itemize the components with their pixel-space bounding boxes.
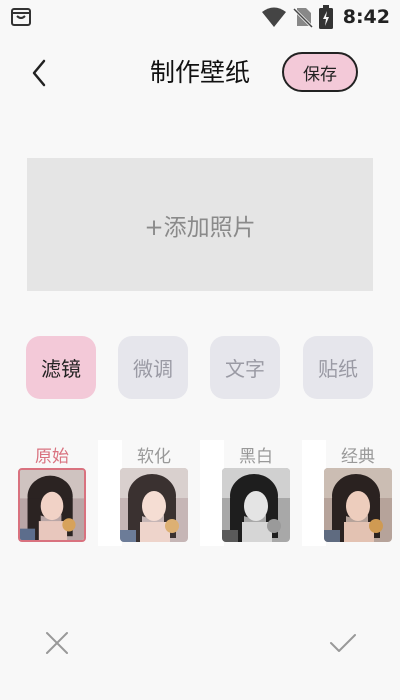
wifi-icon	[261, 7, 286, 27]
filter-label: 软化	[137, 447, 171, 467]
filter-label: 原始	[35, 447, 69, 467]
filter-list: 原始 软化 黑白 经典	[0, 440, 400, 550]
no-sim-icon	[292, 7, 313, 28]
app-bag-icon	[11, 8, 31, 26]
tab-filter[interactable]: 滤镜	[26, 336, 96, 399]
battery-charging-icon	[318, 5, 333, 29]
close-icon	[46, 632, 68, 654]
bottom-action-bar	[0, 618, 400, 668]
status-icons: 8:42	[261, 4, 390, 30]
edit-tabs: 滤镜 微调 文字 贴纸	[26, 336, 374, 400]
filter-item-black-white[interactable]: 黑白	[216, 440, 296, 546]
cancel-button[interactable]	[40, 626, 74, 660]
tab-adjust[interactable]: 微调	[118, 336, 188, 399]
filter-thumbnail	[18, 468, 86, 542]
filter-item-classic[interactable]: 经典	[318, 440, 398, 546]
filter-label: 经典	[341, 447, 375, 467]
header: 制作壁纸 保存	[0, 46, 400, 102]
confirm-button[interactable]	[326, 626, 360, 660]
filter-label: 黑白	[239, 447, 273, 467]
status-time: 8:42	[342, 6, 390, 28]
filter-thumbnail	[120, 468, 188, 542]
filter-thumbnail	[222, 468, 290, 542]
tab-sticker[interactable]: 贴纸	[303, 336, 373, 399]
save-button[interactable]: 保存	[282, 52, 358, 92]
filter-item-original[interactable]: 原始	[12, 440, 92, 546]
filter-thumbnail	[324, 468, 392, 542]
tab-text[interactable]: 文字	[210, 336, 280, 399]
add-photo-button[interactable]: +添加照片	[27, 158, 373, 291]
check-icon	[330, 634, 356, 652]
filter-item-soften[interactable]: 软化	[114, 440, 194, 546]
status-bar: 8:42	[0, 0, 400, 34]
